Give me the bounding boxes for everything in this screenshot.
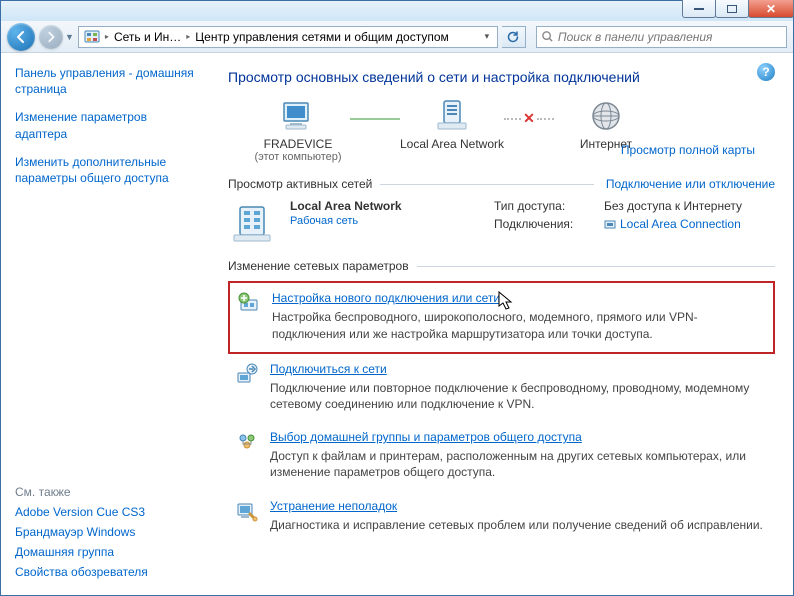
task-connect-network[interactable]: Подключиться к сети Подключение или повт…	[228, 354, 775, 422]
see-also-header: См. также	[15, 485, 196, 499]
active-network-details: Тип доступа: Без доступа к Интернету Под…	[494, 199, 775, 245]
active-network-left: Local Area Network Рабочая сеть	[290, 199, 480, 245]
breadcrumb-icon	[81, 29, 103, 45]
navbar: ▼ ▸ Сеть и Ин… ▸ Центр управления сетями…	[1, 21, 793, 53]
titlebar: ✕	[1, 1, 793, 21]
search-icon	[541, 30, 554, 43]
sidebar-see-also: См. также Adobe Version Cue CS3 Брандмау…	[15, 485, 196, 585]
see-also-firewall[interactable]: Брандмауэр Windows	[15, 525, 196, 539]
nav-history-chevron[interactable]: ▼	[65, 32, 74, 42]
task-description: Диагностика и исправление сетевых пробле…	[270, 517, 769, 533]
connections-label: Подключения:	[494, 217, 604, 231]
active-network-item: Local Area Network Рабочая сеть Тип дост…	[228, 199, 775, 245]
connection-link[interactable]: Local Area Connection	[604, 217, 741, 231]
task-icon	[234, 362, 260, 412]
access-type-value: Без доступа к Интернету	[604, 199, 742, 213]
map-node-thispc[interactable]: FRADEVICE (этот компьютер)	[228, 99, 368, 163]
address-bar[interactable]: ▸ Сеть и Ин… ▸ Центр управления сетями и…	[78, 26, 498, 48]
breadcrumb-separator[interactable]: ▸	[184, 32, 192, 41]
breadcrumb-networks[interactable]: Сеть и Ин…	[111, 30, 184, 44]
task-list: Настройка нового подключения или сети На…	[228, 281, 775, 542]
body: Панель управления - домашняя страница Из…	[1, 53, 793, 595]
active-networks-header: Просмотр активных сетей Подключение или …	[228, 177, 775, 191]
connect-icon	[236, 363, 258, 385]
map-node-network[interactable]: Local Area Network	[382, 99, 522, 163]
help-button[interactable]: ?	[757, 63, 775, 81]
breadcrumb-current[interactable]: Центр управления сетями и общим доступом	[192, 30, 452, 44]
address-dropdown[interactable]: ▾	[479, 31, 495, 42]
task-description: Подключение или повторное подключение к …	[270, 380, 769, 412]
search-box[interactable]: Поиск в панели управления	[536, 26, 787, 48]
globe-icon	[586, 99, 626, 135]
task-link[interactable]: Настройка нового подключения или сети	[272, 291, 500, 305]
sidebar-adapter-link[interactable]: Изменение параметров адаптера	[15, 109, 196, 141]
arrow-right-icon	[45, 31, 57, 43]
new-connection-icon	[238, 292, 260, 314]
refresh-button[interactable]	[502, 26, 526, 48]
task-link[interactable]: Подключиться к сети	[270, 362, 387, 376]
task-icon	[234, 499, 260, 533]
network-center-window: ✕ ▼ ▸ Сеть и Ин… ▸ Центр управления сетя…	[0, 0, 794, 596]
sidebar-home-link[interactable]: Панель управления - домашняя страница	[15, 65, 196, 97]
task-new-connection[interactable]: Настройка нового подключения или сети На…	[228, 281, 775, 353]
sidebar: Панель управления - домашняя страница Из…	[1, 53, 206, 595]
nav-forward-button[interactable]	[39, 25, 63, 49]
map-link-ok	[350, 118, 400, 120]
sidebar-top-links: Панель управления - домашняя страница Из…	[15, 65, 196, 198]
task-icon	[234, 430, 260, 480]
access-type-label: Тип доступа:	[494, 199, 604, 213]
troubleshoot-icon	[236, 500, 258, 522]
task-link[interactable]: Устранение неполадок	[270, 499, 397, 513]
search-placeholder: Поиск в панели управления	[558, 30, 713, 44]
control-panel-icon	[84, 29, 100, 45]
see-also-adobe[interactable]: Adobe Version Cue CS3	[15, 505, 196, 519]
minimize-button[interactable]	[682, 0, 716, 18]
task-icon	[236, 291, 262, 341]
task-troubleshoot[interactable]: Устранение неполадок Диагностика и испра…	[228, 491, 775, 543]
arrow-left-icon	[14, 30, 28, 44]
active-network-name: Local Area Network	[290, 199, 480, 213]
page-title: Просмотр основных сведений о сети и наст…	[228, 69, 775, 85]
homegroup-icon	[236, 431, 258, 453]
see-also-homegroup[interactable]: Домашняя группа	[15, 545, 196, 559]
task-homegroup[interactable]: Выбор домашней группы и параметров общег…	[228, 422, 775, 490]
task-description: Доступ к файлам и принтерам, расположенн…	[270, 448, 769, 480]
connect-disconnect-link[interactable]: Подключение или отключение	[606, 177, 775, 191]
active-network-icon	[228, 199, 276, 245]
active-network-type-link[interactable]: Рабочая сеть	[290, 215, 480, 227]
breadcrumb-separator[interactable]: ▸	[103, 32, 111, 41]
maximize-button[interactable]	[715, 0, 749, 18]
task-link[interactable]: Выбор домашней группы и параметров общег…	[270, 430, 582, 444]
see-also-internet-options[interactable]: Свойства обозревателя	[15, 565, 196, 579]
work-network-icon	[230, 201, 274, 245]
change-settings-header: Изменение сетевых параметров	[228, 259, 775, 273]
nav-back-button[interactable]	[7, 23, 35, 51]
sidebar-sharing-link[interactable]: Изменить дополнительные параметры общего…	[15, 154, 196, 186]
main-content: ? Просмотр основных сведений о сети и на…	[206, 53, 793, 595]
ethernet-icon	[604, 220, 616, 230]
view-full-map-link[interactable]: Просмотр полной карты	[621, 143, 755, 157]
broken-x-icon: ✕	[521, 111, 537, 127]
computer-icon	[278, 99, 318, 135]
close-button[interactable]: ✕	[748, 0, 794, 18]
network-map-section: Просмотр полной карты FRADEVICE (этот ко…	[228, 99, 775, 163]
network-icon	[432, 99, 472, 135]
refresh-icon	[506, 30, 520, 44]
window-buttons: ✕	[683, 0, 794, 18]
task-description: Настройка беспроводного, широкополосного…	[272, 309, 767, 341]
